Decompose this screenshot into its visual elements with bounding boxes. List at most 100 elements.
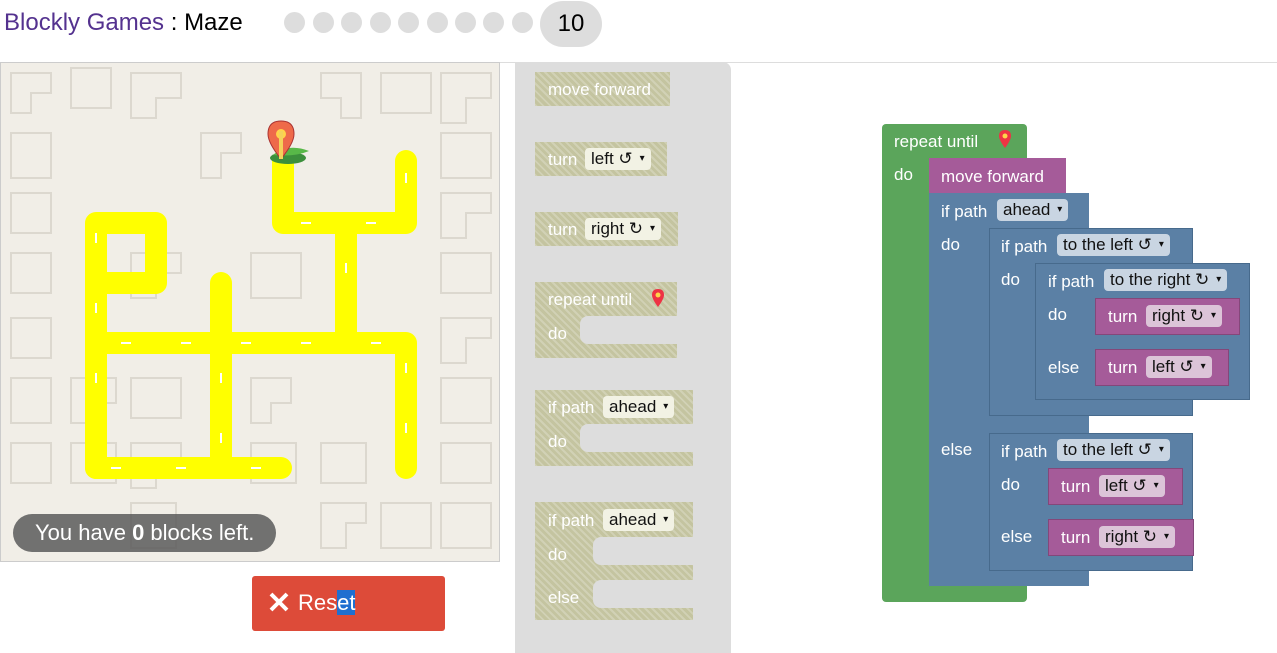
turn-left-block[interactable]: turn left ↺ ▾ [1048, 468, 1183, 505]
block-label: do [941, 235, 960, 254]
block-label: if path [1001, 237, 1048, 256]
toolbox-move-forward-block[interactable]: move forward [535, 72, 670, 106]
chevron-down-icon: ▾ [1158, 444, 1164, 455]
block-label: turn [1108, 307, 1138, 326]
dropdown-value: to the right ↻ [1110, 270, 1210, 289]
chevron-down-icon: ▾ [1057, 204, 1063, 215]
block-label: do [1048, 305, 1067, 324]
level-8-dot[interactable] [483, 12, 504, 33]
statement-slot [593, 580, 693, 608]
block-label: else [941, 440, 973, 459]
level-9-dot[interactable] [512, 12, 533, 33]
direction-dropdown[interactable]: left ↺ ▾ [1099, 475, 1165, 497]
dropdown-value: ahead [609, 510, 657, 529]
reset-label-start: Res [298, 590, 338, 615]
chevron-down-icon: ▾ [650, 223, 656, 234]
direction-dropdown[interactable]: right ↻ ▾ [1099, 526, 1176, 548]
block-label: repeat until [894, 132, 979, 151]
blocks-left-suffix: blocks left. [144, 520, 255, 545]
app-home-link[interactable]: Blockly Games [4, 9, 164, 36]
block-label: do [894, 165, 913, 184]
turn-right-block[interactable]: turn right ↻ ▾ [1048, 519, 1194, 556]
dropdown-value: ahead [1003, 200, 1051, 219]
turn-right-block[interactable]: turn right ↻ ▾ [1095, 298, 1240, 335]
level-7-dot[interactable] [455, 12, 476, 33]
path-dropdown[interactable]: to the right ↻ ▾ [1104, 269, 1228, 291]
toolbox-if-path-block[interactable]: if path ahead ▾ do [535, 390, 693, 466]
dropdown-value: to the left ↺ [1063, 235, 1152, 254]
level-5-dot[interactable] [398, 12, 419, 33]
reset-button[interactable]: Reset [252, 576, 445, 631]
chevron-down-icon: ▾ [663, 514, 669, 525]
dropdown-value: left ↺ [1152, 357, 1194, 376]
goal-marker-icon [652, 289, 664, 307]
level-1-dot[interactable] [284, 12, 305, 33]
toolbox-flyout: move forward turn left ↺ ▾ turn right ↻ ▾ … [515, 62, 731, 653]
direction-dropdown[interactable]: right ↻ ▾ [1146, 305, 1223, 327]
direction-dropdown[interactable]: right ↻ ▾ [585, 218, 662, 240]
page-name: Maze [184, 9, 243, 36]
page-title: Blockly Games : Maze [4, 9, 243, 37]
level-4-dot[interactable] [370, 12, 391, 33]
maze-drawing [10, 67, 492, 549]
chevron-down-icon: ▾ [1216, 274, 1222, 285]
reset-label: Reset [298, 590, 356, 616]
dropdown-value: right ↻ [1152, 306, 1205, 325]
toolbox-turn-left-block[interactable]: turn left ↺ ▾ [535, 142, 667, 176]
block-label: if path [1048, 272, 1095, 291]
block-label: if path [1001, 442, 1048, 461]
block-label: else [1001, 527, 1033, 546]
block-label: turn [548, 220, 578, 239]
dropdown-value: right ↻ [1105, 527, 1158, 546]
block-label: do [548, 432, 567, 451]
move-forward-block[interactable]: move forward [929, 158, 1066, 193]
direction-dropdown[interactable]: left ↺ ▾ [585, 148, 651, 170]
block-label: do [1001, 270, 1020, 289]
block-label: turn [548, 150, 578, 169]
maze-canvas [0, 62, 500, 562]
chevron-down-icon: ▾ [1153, 480, 1159, 491]
path-dropdown[interactable]: to the left ↺ ▾ [1057, 234, 1170, 256]
block-label: turn [1108, 358, 1138, 377]
chevron-down-icon: ▾ [1164, 531, 1170, 542]
block-label: turn [1061, 477, 1091, 496]
dropdown-value: right ↻ [591, 219, 644, 238]
dropdown-value: left ↺ [1105, 476, 1147, 495]
dropdown-value: to the left ↺ [1063, 440, 1152, 459]
toolbox-repeat-until-block[interactable]: repeat until do [535, 282, 677, 358]
direction-dropdown[interactable]: left ↺ ▾ [1146, 356, 1212, 378]
path-dropdown[interactable]: ahead ▾ [603, 509, 675, 531]
blocks-left-prefix: You have [35, 520, 133, 545]
chevron-down-icon: ▾ [1211, 310, 1217, 321]
dropdown-value: left ↺ [591, 149, 633, 168]
block-label: move forward [941, 167, 1044, 186]
path-dropdown[interactable]: ahead ▾ [997, 199, 1069, 221]
level-6-dot[interactable] [427, 12, 448, 33]
current-level-badge[interactable]: 10 [540, 1, 602, 47]
level-3-dot[interactable] [341, 12, 362, 33]
level-2-dot[interactable] [313, 12, 334, 33]
close-icon [269, 592, 289, 612]
toolbox-turn-right-block[interactable]: turn right ↻ ▾ [535, 212, 678, 246]
block-label: else [548, 588, 580, 607]
blocks-left-notice: You have 0 blocks left. [13, 514, 277, 552]
path-dropdown[interactable]: ahead ▾ [603, 396, 675, 418]
path-dropdown[interactable]: to the left ↺ ▾ [1057, 439, 1170, 461]
title-separator: : [164, 9, 185, 36]
turn-left-block[interactable]: turn left ↺ ▾ [1095, 349, 1229, 386]
block-label: turn [1061, 528, 1091, 547]
goal-marker-icon [999, 130, 1011, 148]
reset-label-selected: et [337, 590, 356, 615]
block-label: do [548, 324, 567, 343]
blocks-left-count: 0 [132, 520, 145, 545]
block-label: move forward [548, 80, 651, 99]
toolbox-if-else-block[interactable]: if path ahead ▾ do else [535, 502, 693, 620]
block-label: if path [548, 511, 595, 530]
block-label: if path [548, 398, 595, 417]
chevron-down-icon: ▾ [1158, 239, 1164, 250]
block-label: repeat until [548, 290, 633, 309]
chevron-down-icon: ▾ [663, 401, 669, 412]
statement-slot [580, 316, 677, 344]
block-label: do [548, 545, 567, 564]
block-label: if path [941, 202, 988, 221]
